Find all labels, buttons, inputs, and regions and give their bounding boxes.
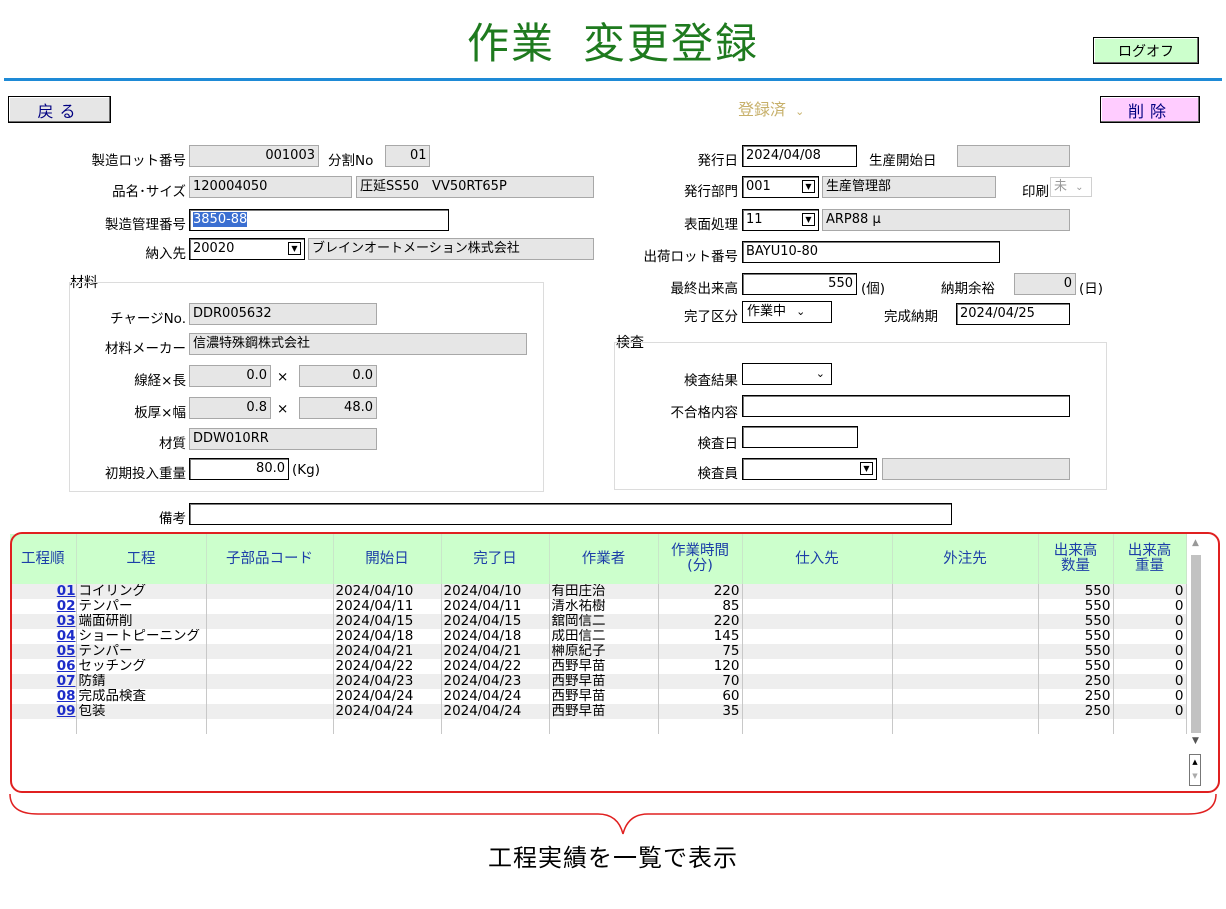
plate-label: 板厚×幅 bbox=[134, 405, 186, 421]
done-date-field[interactable]: 2024/04/25 bbox=[956, 303, 1070, 325]
init-weight-field[interactable]: 80.0 bbox=[189, 458, 289, 480]
chevron-down-icon: ⌄ bbox=[815, 367, 825, 380]
init-weight-label: 初期投入重量 bbox=[105, 466, 186, 482]
print-select[interactable]: 未 ⌄ bbox=[1050, 177, 1092, 197]
inspector-select[interactable]: ▼ bbox=[742, 458, 877, 480]
inspector-label: 検査員 bbox=[697, 466, 739, 482]
issue-date-field[interactable]: 2024/04/08 bbox=[742, 145, 857, 167]
final-qty-field[interactable]: 550 bbox=[742, 273, 857, 295]
quality-label: 材質 bbox=[159, 436, 186, 452]
surface-code: 11 bbox=[746, 212, 763, 227]
chevron-down-icon: ⌄ bbox=[1075, 182, 1084, 193]
item-name-field: 圧延SS50 VV50RT65P bbox=[356, 176, 594, 198]
page-title: 作業 変更登録 bbox=[0, 10, 1226, 71]
inspect-date-field[interactable] bbox=[742, 426, 858, 448]
header-divider bbox=[4, 78, 1222, 81]
init-weight-unit: (Kg) bbox=[292, 462, 320, 478]
chevron-down-icon[interactable]: ▼ bbox=[802, 180, 815, 193]
item-code-field[interactable]: 120004050 bbox=[189, 176, 352, 198]
delivery-label: 納入先 bbox=[145, 246, 187, 262]
surface-label: 表面処理 bbox=[684, 217, 738, 233]
status-value: 登録済 bbox=[738, 100, 787, 119]
result-select[interactable]: ⌄ bbox=[742, 363, 832, 385]
prod-start-label: 生産開始日 bbox=[869, 153, 937, 169]
ship-lot-field[interactable]: BAYU10-80 bbox=[742, 241, 1000, 263]
delivery-code-value: 20020 bbox=[193, 241, 235, 256]
logoff-button[interactable]: ログオフ bbox=[1093, 37, 1199, 64]
chevron-down-icon[interactable]: ▼ bbox=[860, 462, 873, 475]
inspect-date-label: 検査日 bbox=[697, 436, 739, 452]
final-qty-unit: (個) bbox=[861, 281, 886, 297]
remarks-label: 備考 bbox=[159, 511, 186, 527]
remarks-field[interactable] bbox=[189, 503, 952, 525]
plate-thickness-field[interactable]: 0.8 bbox=[189, 397, 271, 419]
issue-dept-label: 発行部門 bbox=[684, 184, 738, 200]
defect-field[interactable] bbox=[742, 395, 1070, 417]
charge-label: チャージNo. bbox=[109, 311, 186, 327]
plate-width-field[interactable]: 48.0 bbox=[299, 397, 377, 419]
chevron-down-icon[interactable]: ▼ bbox=[802, 213, 815, 226]
back-button[interactable]: 戻る bbox=[8, 96, 111, 123]
print-label: 印刷 bbox=[1022, 184, 1049, 200]
done-date-label: 完成納期 bbox=[884, 309, 938, 325]
margin-field: 0 bbox=[1014, 273, 1076, 295]
done-kind-label: 完了区分 bbox=[684, 309, 738, 325]
chevron-down-icon: ⌄ bbox=[795, 105, 805, 118]
split-field[interactable]: 01 bbox=[385, 145, 430, 167]
chevron-down-icon: ⌄ bbox=[796, 305, 806, 318]
wire-length-field[interactable]: 0.0 bbox=[299, 365, 377, 387]
mgmt-field-value: 3850-88 bbox=[193, 212, 248, 227]
maker-field[interactable]: 信濃特殊鋼株式会社 bbox=[189, 333, 527, 355]
plate-times-label: × bbox=[277, 401, 289, 417]
mgmt-label: 製造管理番号 bbox=[105, 217, 186, 233]
issue-date-label: 発行日 bbox=[697, 153, 739, 169]
wire-diameter-field[interactable]: 0.0 bbox=[189, 365, 271, 387]
done-kind-select[interactable]: 作業中 ⌄ bbox=[742, 301, 832, 323]
print-value: 未 bbox=[1054, 179, 1068, 194]
mgmt-field[interactable]: 3850-88 bbox=[189, 209, 449, 231]
margin-unit: (日) bbox=[1079, 281, 1104, 297]
highlight-box bbox=[10, 532, 1220, 793]
defect-label: 不合格内容 bbox=[670, 405, 739, 421]
margin-label: 納期余裕 bbox=[941, 281, 995, 297]
prod-start-field[interactable] bbox=[957, 145, 1070, 167]
status-select[interactable]: 登録済 ⌄ bbox=[738, 96, 842, 119]
chevron-down-icon[interactable]: ▼ bbox=[288, 242, 301, 255]
surface-select[interactable]: 11 ▼ bbox=[742, 209, 819, 231]
issue-dept-select[interactable]: 001 ▼ bbox=[742, 176, 819, 198]
issue-dept-code: 001 bbox=[746, 179, 771, 194]
surface-name-field: ARP88 μ bbox=[822, 209, 1070, 231]
curly-brace-shape bbox=[9, 793, 1217, 835]
item-label: 品名･サイズ bbox=[112, 184, 186, 200]
wire-times-label: × bbox=[277, 369, 289, 385]
inspector-name-field bbox=[882, 458, 1070, 480]
split-label: 分割No bbox=[328, 153, 374, 169]
maker-label: 材料メーカー bbox=[105, 341, 186, 357]
page-title-sub: 変更登録 bbox=[583, 19, 760, 68]
issue-dept-name-field: 生産管理部 bbox=[822, 176, 996, 198]
final-qty-label: 最終出来高 bbox=[670, 281, 739, 297]
ship-lot-label: 出荷ロット番号 bbox=[643, 249, 739, 265]
brace-annotation bbox=[9, 793, 1217, 835]
delivery-name-field: ブレインオートメーション株式会社 bbox=[308, 238, 594, 260]
page-title-main: 作業 bbox=[466, 19, 555, 68]
wire-label: 線経×長 bbox=[134, 373, 186, 389]
quality-field[interactable]: DDW010RR bbox=[189, 428, 377, 450]
done-kind-value: 作業中 bbox=[747, 304, 787, 319]
lot-label: 製造ロット番号 bbox=[91, 153, 187, 169]
charge-field[interactable]: DDR005632 bbox=[189, 303, 377, 325]
lot-field[interactable]: 001003 bbox=[189, 145, 319, 167]
delete-button[interactable]: 削除 bbox=[1100, 96, 1200, 123]
annotation-caption: 工程実績を一覧で表示 bbox=[488, 844, 738, 872]
delivery-code-select[interactable]: 20020 ▼ bbox=[189, 238, 305, 260]
result-label: 検査結果 bbox=[684, 373, 738, 389]
